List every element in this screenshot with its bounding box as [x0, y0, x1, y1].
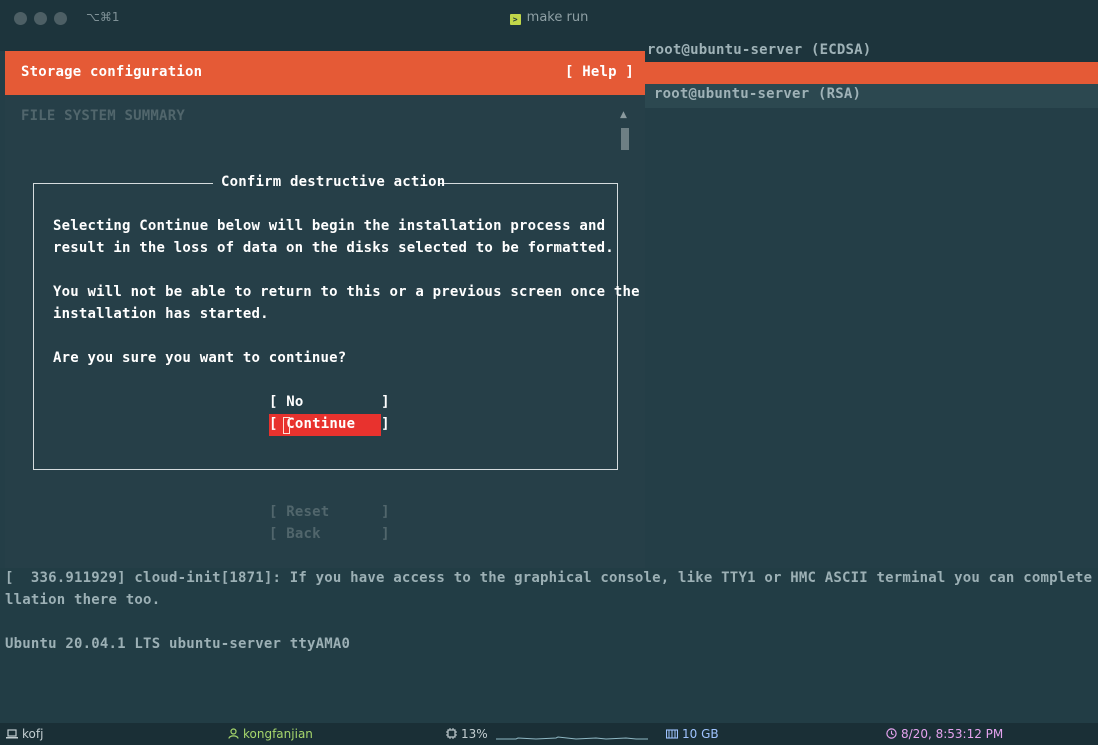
right-pane-highlight [645, 62, 1098, 84]
console-line: Ubuntu 20.04.1 LTS ubuntu-server ttyAMA0 [5, 636, 351, 652]
no-button[interactable]: [ No ] [269, 394, 390, 410]
host-key-ecdsa: root@ubuntu-server (ECDSA) [647, 42, 872, 58]
back-button[interactable]: [ Back ] [269, 526, 390, 542]
terminal-window: ⌥⌘1 > make run root@ubuntu-server (ECDSA)… [0, 0, 1098, 745]
console-line: [ 336.911929] cloud-init[1871]: If you h… [5, 570, 1098, 586]
dialog-text-line: You will not be able to return to this o… [53, 284, 640, 300]
dialog-text-line: Selecting Continue below will begin the … [53, 218, 606, 234]
title-bar: ⌥⌘1 > make run [0, 0, 1098, 38]
dialog-text-line: result in the loss of data on the disks … [53, 240, 614, 256]
dialog-question: Are you sure you want to continue? [53, 350, 347, 366]
memory-usage: 10 GB [682, 727, 719, 741]
cpu-icon [446, 728, 457, 739]
scroll-up-icon[interactable]: ▲ [620, 110, 627, 120]
user-icon [228, 728, 239, 739]
user-item[interactable]: kongfanjian [228, 727, 313, 741]
left-pane-top [0, 38, 645, 51]
right-pane-body [645, 108, 1098, 568]
scrollbar-thumb[interactable] [621, 128, 629, 150]
host-key-rsa: root@ubuntu-server (RSA) [654, 86, 862, 102]
cpu-usage: 13% [461, 727, 488, 741]
memory-item: 10 GB [665, 727, 719, 741]
help-button[interactable]: [ Help ] [565, 64, 634, 80]
reset-button[interactable]: [ Reset ] [269, 504, 390, 520]
memory-icon [665, 729, 679, 739]
section-heading: FILE SYSTEM SUMMARY [21, 108, 185, 124]
clock-item: 8/20, 8:53:12 PM [886, 727, 1003, 741]
dialog-text-line: installation has started. [53, 306, 269, 322]
user-name: kongfanjian [243, 727, 313, 741]
page-title: Storage configuration [21, 64, 203, 80]
session-name: kofj [22, 727, 44, 741]
window-title: make run [526, 10, 589, 25]
clock-icon [886, 728, 897, 739]
window-title-group: > make run [0, 10, 1098, 25]
cpu-sparkline [496, 736, 648, 740]
status-bar: kofj kongfanjian 13% 10 GB 8/20, 8:53:12… [0, 723, 1098, 745]
cpu-item: 13% [446, 727, 488, 741]
laptop-icon [6, 729, 18, 739]
session-item[interactable]: kofj [6, 727, 43, 741]
datetime: 8/20, 8:53:12 PM [901, 727, 1004, 741]
terminal-icon: > [509, 14, 521, 25]
text-cursor [283, 417, 290, 434]
console-line: llation there too. [5, 592, 161, 608]
dialog-title: Confirm destructive action [221, 174, 446, 190]
